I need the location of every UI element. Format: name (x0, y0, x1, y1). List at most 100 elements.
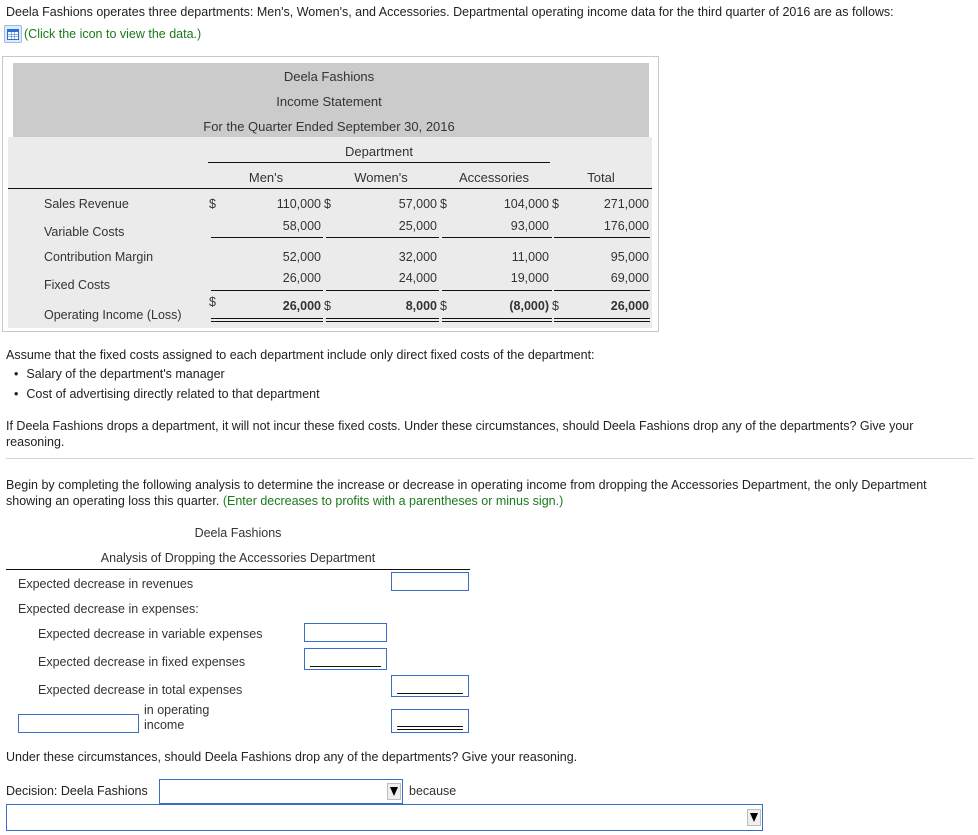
currency-sign: $ (209, 197, 216, 211)
variable-expenses-input[interactable] (305, 624, 386, 641)
statement-title: Income Statement (276, 94, 382, 109)
row-variable-label: Expected decrease in variable expenses (38, 627, 263, 641)
revenues-input-box[interactable] (391, 572, 469, 591)
currency-sign: $ (552, 197, 559, 211)
input-underline (310, 666, 381, 667)
reason-select[interactable] (6, 804, 763, 831)
varcost-total: 176,000 (603, 219, 649, 233)
row-fixed-label: Expected decrease in fixed expenses (38, 655, 246, 669)
fixed-womens: 24,000 (398, 271, 437, 285)
subtotal-rule (211, 290, 323, 291)
fixed-accessories: 19,000 (510, 271, 549, 285)
currency-sign: $ (324, 299, 331, 313)
input-double-underline (397, 726, 463, 730)
decision-question: Under these circumstances, should Deela … (6, 750, 578, 764)
analysis-title-rule (6, 569, 470, 570)
cm-mens: 52,000 (282, 250, 321, 264)
cm-accessories: 11,000 (511, 250, 549, 264)
sales-accessories: 104,000 (503, 197, 549, 211)
operating-suffix-1: in operating (144, 703, 210, 717)
row-label: Sales Revenue (44, 197, 129, 211)
row-expenses-header: Expected decrease in expenses: (18, 602, 199, 616)
varcost-womens: 25,000 (398, 219, 437, 233)
because-label: because (409, 784, 457, 798)
instructions-text: Begin by completing the following analys… (6, 478, 927, 492)
instructions-line2: showing an operating loss this quarter. (6, 494, 220, 508)
fixed-input-box[interactable] (304, 648, 387, 670)
row-revenues-label: Expected decrease in revenues (18, 577, 194, 591)
varcost-mens: 58,000 (282, 219, 321, 233)
subtotal-rule (326, 237, 439, 238)
opinc-womens: 8,000 (405, 299, 437, 313)
assumption-bullet: Cost of advertising directly related to … (14, 387, 319, 401)
fixed-total: 69,000 (610, 271, 649, 285)
row-operating-label: in operating income (144, 703, 209, 733)
decision-label: Decision: Deela Fashions (6, 784, 148, 798)
row-total-label: Expected decrease in total expenses (38, 683, 243, 697)
subtotal-rule (326, 290, 439, 291)
row-label: Fixed Costs (44, 278, 110, 292)
currency-sign: $ (209, 295, 216, 309)
opinc-mens: 26,000 (282, 299, 321, 313)
subtotal-rule (554, 237, 650, 238)
chevron-down-icon[interactable] (387, 783, 401, 800)
input-underline (397, 693, 463, 694)
department-rule (208, 162, 550, 163)
view-data-link-text[interactable]: (Click the icon to view the data.) (24, 27, 201, 41)
table-grid-icon[interactable] (4, 25, 22, 43)
sales-womens: 57,000 (398, 197, 437, 211)
varcost-accessories: 93,000 (510, 219, 549, 233)
currency-sign: $ (552, 299, 559, 313)
view-data-link[interactable]: (Click the icon to view the data.) (4, 25, 201, 43)
instructions-text-cont: showing an operating loss this quarter. … (6, 494, 563, 508)
analysis-company: Deela Fashions (194, 526, 282, 540)
instructions-hint: (Enter decreases to profits with a paren… (222, 494, 564, 508)
operating-change-label-input[interactable] (19, 715, 138, 732)
row-label: Contribution Margin (44, 250, 154, 264)
operating-change-label-box[interactable] (18, 714, 139, 733)
row-label: Operating Income (Loss) (44, 308, 182, 322)
section-divider (6, 458, 974, 459)
operating-input-box[interactable] (391, 709, 469, 733)
col-womens: Women's (354, 170, 408, 185)
header-rule (8, 188, 652, 189)
intro-text: Deela Fashions operates three department… (6, 5, 894, 19)
subtotal-rule (554, 290, 650, 291)
statement-period: For the Quarter Ended September 30, 2016 (203, 119, 455, 134)
total-double-rule (326, 318, 439, 322)
decision-select[interactable] (159, 779, 403, 804)
chevron-down-icon[interactable] (747, 809, 761, 826)
total-double-rule (554, 318, 650, 322)
total-input-box[interactable] (391, 675, 469, 697)
row-label: Variable Costs (44, 225, 125, 239)
cm-womens: 32,000 (398, 250, 437, 264)
subtotal-rule (442, 290, 552, 291)
assumption-bullet: Salary of the department's manager (14, 367, 224, 381)
operating-suffix-2: income (144, 718, 185, 732)
assumption-lead: Assume that the fixed costs assigned to … (6, 348, 595, 362)
sales-mens: 110,000 (276, 197, 321, 211)
subtotal-rule (211, 237, 323, 238)
question-text-cont: reasoning. (6, 435, 65, 449)
currency-sign: $ (440, 299, 447, 313)
analysis-title: Analysis of Dropping the Accessories Dep… (100, 551, 376, 565)
sales-total: 271,000 (603, 197, 649, 211)
variable-input-box[interactable] (304, 623, 387, 642)
total-double-rule (211, 318, 323, 322)
subtotal-rule (442, 237, 552, 238)
currency-sign: $ (324, 197, 331, 211)
fixed-mens: 26,000 (282, 271, 321, 285)
department-header: Department (345, 144, 413, 159)
question-text: If Deela Fashions drops a department, it… (6, 419, 914, 433)
col-accessories: Accessories (458, 170, 530, 185)
col-mens: Men's (248, 170, 284, 185)
opinc-total: 26,000 (610, 299, 649, 313)
cm-total: 95,000 (610, 250, 649, 264)
currency-sign: $ (440, 197, 447, 211)
total-double-rule (442, 318, 552, 322)
income-statement: Deela Fashions Income Statement For the … (2, 56, 659, 332)
opinc-accessories: (8,000) (509, 299, 549, 313)
statement-company: Deela Fashions (283, 69, 375, 84)
col-total: Total (587, 170, 615, 185)
revenues-input[interactable] (392, 573, 468, 590)
